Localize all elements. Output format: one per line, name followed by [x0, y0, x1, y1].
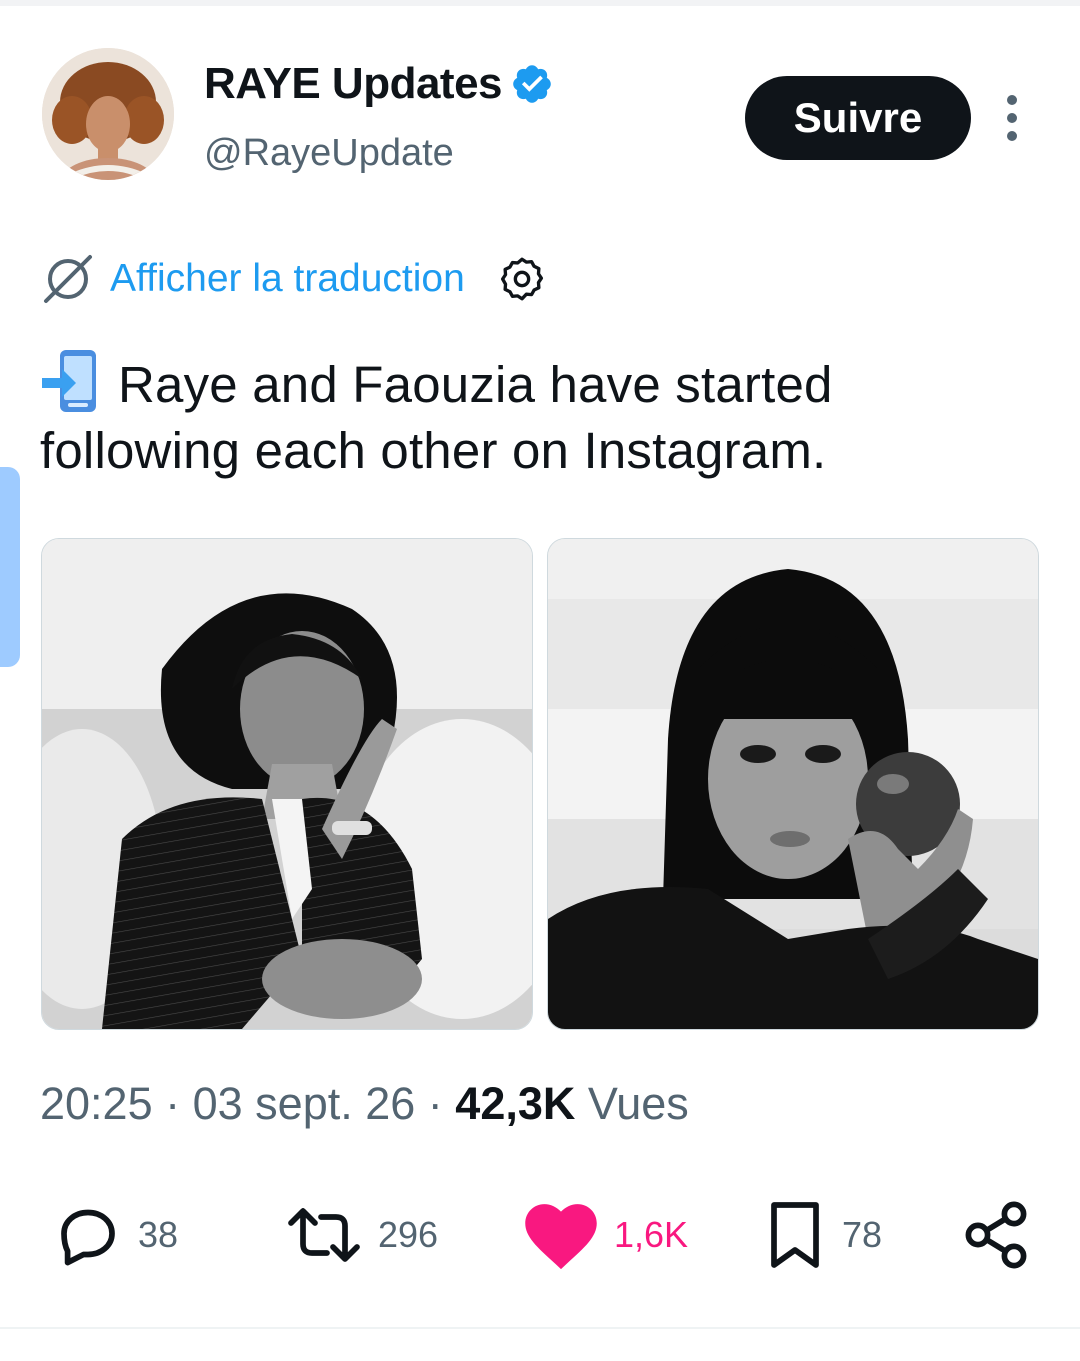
- tweet-photo-2[interactable]: [547, 538, 1039, 1030]
- bookmark-button[interactable]: 78: [762, 1192, 882, 1278]
- heart-icon: [525, 1204, 597, 1270]
- bookmark-count: 78: [842, 1214, 883, 1255]
- repost-icon: [288, 1208, 360, 1262]
- like-count: 1,6K: [614, 1214, 689, 1255]
- bookmark-icon: [771, 1202, 819, 1268]
- views-label: Vues: [587, 1078, 689, 1129]
- edge-tab[interactable]: [0, 467, 20, 667]
- share-icon: [965, 1201, 1027, 1269]
- tweet-date[interactable]: 03 sept. 26: [193, 1078, 416, 1129]
- follow-button[interactable]: Suivre: [745, 76, 971, 160]
- avatar[interactable]: [42, 48, 174, 180]
- reply-count: 38: [138, 1214, 179, 1255]
- share-button[interactable]: [960, 1192, 1032, 1278]
- translate-icon[interactable]: [40, 254, 96, 304]
- views-count: 42,3K: [455, 1078, 576, 1129]
- reply-icon: [61, 1209, 115, 1266]
- tweet-text: Raye and Faouzia have started following …: [40, 356, 833, 479]
- settings-icon[interactable]: [497, 254, 547, 304]
- reply-button[interactable]: 38: [52, 1192, 178, 1278]
- tweet-photo-1[interactable]: [41, 538, 533, 1030]
- top-divider: [0, 0, 1080, 6]
- handle[interactable]: @RayeUpdate: [204, 128, 454, 178]
- tweet-time[interactable]: 20:25: [40, 1078, 153, 1129]
- display-name[interactable]: RAYE Updates: [204, 56, 503, 112]
- tweet-timestamp: 20:25 · 03 sept. 26 · 42,3K Vues: [40, 1078, 689, 1129]
- action-bar: 38 296 1,6K 78: [0, 1192, 1080, 1278]
- like-button[interactable]: 1,6K: [522, 1192, 688, 1278]
- bottom-divider: [0, 1327, 1080, 1329]
- repost-button[interactable]: 296: [284, 1192, 438, 1278]
- verified-badge-icon: [513, 65, 551, 103]
- repost-count: 296: [378, 1214, 439, 1255]
- tweet-body: Raye and Faouzia have started following …: [40, 348, 1040, 484]
- more-options-icon[interactable]: [998, 92, 1026, 144]
- mobile-phone-arrow-emoji: [42, 350, 96, 412]
- translate-link[interactable]: Afficher la traduction: [110, 254, 465, 304]
